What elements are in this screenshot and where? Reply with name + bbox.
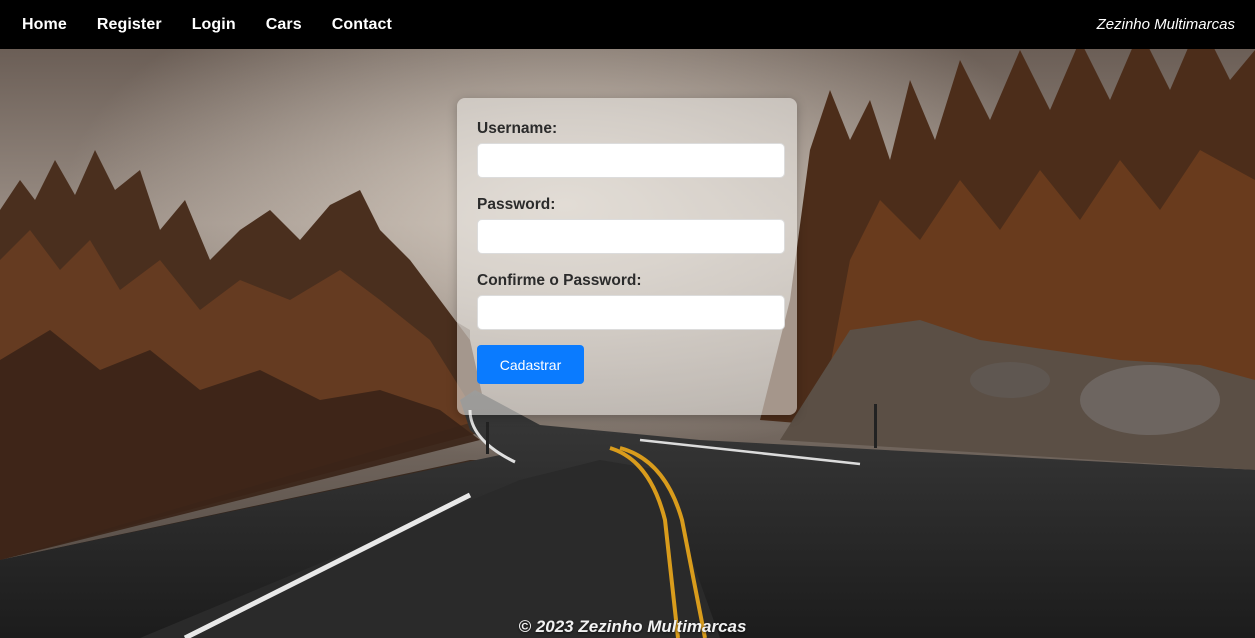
brand-link[interactable]: Zezinho Multimarcas <box>1097 16 1235 33</box>
register-form: Username: Password: Confirme o Password:… <box>457 98 797 415</box>
username-input[interactable] <box>477 143 785 178</box>
password-label: Password: <box>477 196 556 213</box>
footer-copyright: © 2023 Zezinho Multimarcas <box>518 617 747 636</box>
nav-home[interactable]: Home <box>22 16 67 34</box>
confirm-password-label: Confirme o Password: <box>477 272 642 289</box>
nav-links: Home Register Login Cars Contact <box>22 16 422 34</box>
submit-button[interactable]: Cadastrar <box>477 345 584 384</box>
confirm-password-input[interactable] <box>477 295 785 330</box>
nav-register[interactable]: Register <box>97 16 162 34</box>
navbar: Home Register Login Cars Contact Zezinho… <box>0 0 1255 49</box>
nav-cars[interactable]: Cars <box>266 16 302 34</box>
nav-login[interactable]: Login <box>192 16 236 34</box>
password-input[interactable] <box>477 219 785 254</box>
nav-contact[interactable]: Contact <box>332 16 392 34</box>
username-label: Username: <box>477 120 558 137</box>
